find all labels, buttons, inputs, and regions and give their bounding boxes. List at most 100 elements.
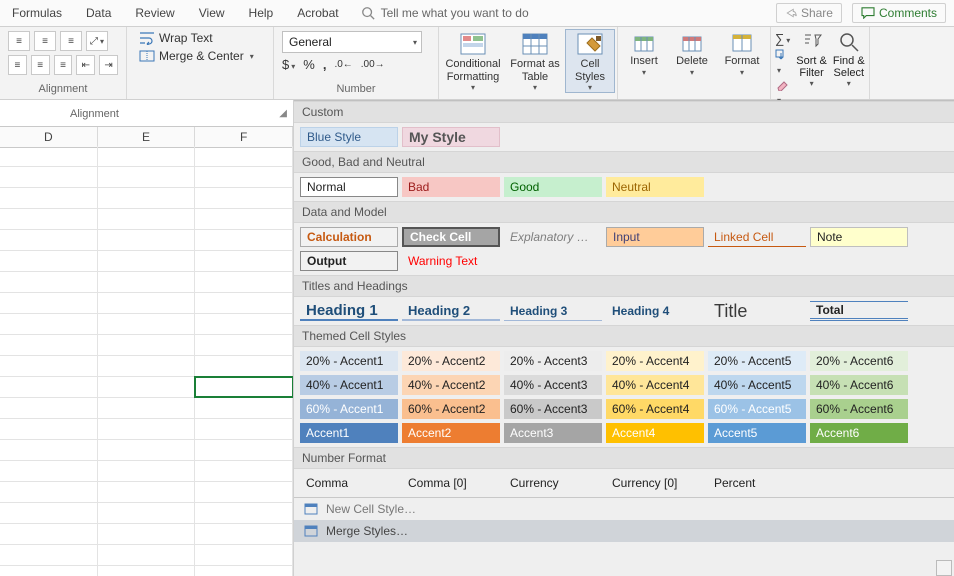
dialog-launcher-icon[interactable]: ◢ — [279, 108, 287, 119]
style-comma0[interactable]: Comma [0] — [402, 473, 500, 493]
style-explanatory[interactable]: Explanatory … — [504, 227, 602, 247]
style-accent6[interactable]: Accent6 — [810, 423, 908, 443]
share-button[interactable]: Share — [776, 3, 842, 23]
find-select-button[interactable]: Find & Select ▾ — [833, 31, 865, 88]
style-normal[interactable]: Normal — [300, 177, 398, 197]
cell-styles-button[interactable]: Cell Styles ▾ — [565, 29, 615, 93]
wrap-text-button[interactable]: Wrap Text — [135, 31, 265, 45]
style-total[interactable]: Total — [810, 301, 908, 321]
style-60-accent4[interactable]: 60% - Accent4 — [606, 399, 704, 419]
fill-button[interactable]: ▾ — [775, 49, 790, 76]
tab-help[interactable]: Help — [237, 0, 286, 26]
insert-cells-button[interactable]: Insert ▾ — [620, 29, 668, 77]
comma-format-button[interactable]: , — [323, 57, 327, 72]
decrease-decimal-button[interactable]: .00→ — [361, 59, 385, 70]
align-left-button[interactable]: ≡ — [8, 55, 27, 75]
delete-cells-button[interactable]: Delete ▾ — [668, 29, 716, 77]
style-40-accent3[interactable]: 40% - Accent3 — [504, 375, 602, 395]
style-20-accent4[interactable]: 20% - Accent4 — [606, 351, 704, 371]
style-40-accent5[interactable]: 40% - Accent5 — [708, 375, 806, 395]
style-calculation[interactable]: Calculation — [300, 227, 398, 247]
align-right-button[interactable]: ≡ — [54, 55, 73, 75]
style-comma[interactable]: Comma — [300, 473, 398, 493]
comments-button[interactable]: Comments — [852, 3, 946, 23]
style-accent1[interactable]: Accent1 — [300, 423, 398, 443]
cell-grid[interactable] — [0, 146, 293, 576]
style-blue-style[interactable]: Blue Style — [300, 127, 398, 147]
style-percent[interactable]: Percent — [708, 473, 806, 493]
tab-formulas[interactable]: Formulas — [0, 0, 74, 26]
style-neutral[interactable]: Neutral — [606, 177, 704, 197]
resize-grip-icon[interactable] — [936, 560, 952, 576]
align-top-button[interactable]: ≡ — [8, 31, 30, 51]
style-currency0[interactable]: Currency [0] — [606, 473, 704, 493]
increase-decimal-button[interactable]: .0← — [334, 59, 352, 70]
style-60-accent5[interactable]: 60% - Accent5 — [708, 399, 806, 419]
style-heading-3[interactable]: Heading 3 — [504, 301, 602, 321]
autosum-button[interactable]: ∑▾ — [775, 31, 790, 46]
fmt-table-label-1: Format as — [510, 58, 560, 71]
style-20-accent5[interactable]: 20% - Accent5 — [708, 351, 806, 371]
style-check-cell[interactable]: Check Cell — [402, 227, 500, 247]
style-title[interactable]: Title — [708, 301, 806, 321]
align-center-button[interactable]: ≡ — [31, 55, 50, 75]
format-as-table-button[interactable]: Format as Table ▾ — [505, 29, 565, 93]
style-40-accent4[interactable]: 40% - Accent4 — [606, 375, 704, 395]
ribbon: ≡ ≡ ≡ ⤢▾ ≡ ≡ ≡ ⇤ ⇥ Alignment Wrap Text — [0, 27, 954, 100]
align-bottom-button[interactable]: ≡ — [60, 31, 82, 51]
column-headers: D E F — [0, 126, 293, 148]
comments-label: Comments — [879, 6, 937, 20]
orientation-button[interactable]: ⤢▾ — [86, 31, 108, 51]
tab-data[interactable]: Data — [74, 0, 123, 26]
merge-styles-button[interactable]: Merge Styles… — [294, 520, 954, 542]
style-60-accent1[interactable]: 60% - Accent1 — [300, 399, 398, 419]
merge-center-button[interactable]: Merge & Center ▾ — [135, 49, 265, 63]
conditional-formatting-button[interactable]: Conditional Formatting Conditional Forma… — [441, 29, 505, 93]
style-output[interactable]: Output — [300, 251, 398, 271]
increase-indent-button[interactable]: ⇥ — [99, 55, 118, 75]
style-20-accent1[interactable]: 20% - Accent1 — [300, 351, 398, 371]
style-bad[interactable]: Bad — [402, 177, 500, 197]
style-60-accent3[interactable]: 60% - Accent3 — [504, 399, 602, 419]
tell-me-search[interactable]: Tell me what you want to do — [361, 6, 529, 20]
style-accent4[interactable]: Accent4 — [606, 423, 704, 443]
style-60-accent6[interactable]: 60% - Accent6 — [810, 399, 908, 419]
style-heading-2[interactable]: Heading 2 — [402, 301, 500, 321]
style-good[interactable]: Good — [504, 177, 602, 197]
align-middle-button[interactable]: ≡ — [34, 31, 56, 51]
style-warning-text[interactable]: Warning Text — [402, 251, 500, 271]
style-heading-1[interactable]: Heading 1 — [300, 301, 398, 321]
col-header-D[interactable]: D — [0, 127, 98, 147]
tab-acrobat[interactable]: Acrobat — [285, 0, 350, 26]
style-40-accent6[interactable]: 40% - Accent6 — [810, 375, 908, 395]
accounting-format-button[interactable]: $▾ — [282, 57, 295, 72]
style-linked-cell[interactable]: Linked Cell — [708, 227, 806, 247]
tab-review[interactable]: Review — [123, 0, 186, 26]
style-accent3[interactable]: Accent3 — [504, 423, 602, 443]
col-header-F[interactable]: F — [195, 127, 293, 147]
style-40-accent2[interactable]: 40% - Accent2 — [402, 375, 500, 395]
style-note[interactable]: Note — [810, 227, 908, 247]
style-my-style[interactable]: My Style — [402, 127, 500, 147]
tab-view[interactable]: View — [187, 0, 237, 26]
selected-cell[interactable] — [195, 377, 293, 397]
number-format-select[interactable]: General ▾ — [282, 31, 422, 53]
sort-filter-button[interactable]: Sort & Filter ▾ — [796, 31, 827, 88]
style-20-accent3[interactable]: 20% - Accent3 — [504, 351, 602, 371]
style-input[interactable]: Input — [606, 227, 704, 247]
style-40-accent1[interactable]: 40% - Accent1 — [300, 375, 398, 395]
style-accent2[interactable]: Accent2 — [402, 423, 500, 443]
new-cell-style-button[interactable]: New Cell Style… — [294, 498, 954, 520]
col-header-E[interactable]: E — [98, 127, 196, 147]
style-20-accent2[interactable]: 20% - Accent2 — [402, 351, 500, 371]
format-cells-button[interactable]: Format ▾ — [716, 29, 768, 77]
style-currency[interactable]: Currency — [504, 473, 602, 493]
style-accent5[interactable]: Accent5 — [708, 423, 806, 443]
chevron-down-icon: ▾ — [533, 83, 537, 92]
style-60-accent2[interactable]: 60% - Accent2 — [402, 399, 500, 419]
style-heading-4[interactable]: Heading 4 — [606, 301, 704, 321]
decrease-indent-button[interactable]: ⇤ — [76, 55, 95, 75]
worksheet-area[interactable]: Alignment ◢ D E F — [0, 100, 294, 576]
percent-format-button[interactable]: % — [303, 57, 315, 72]
style-20-accent6[interactable]: 20% - Accent6 — [810, 351, 908, 371]
